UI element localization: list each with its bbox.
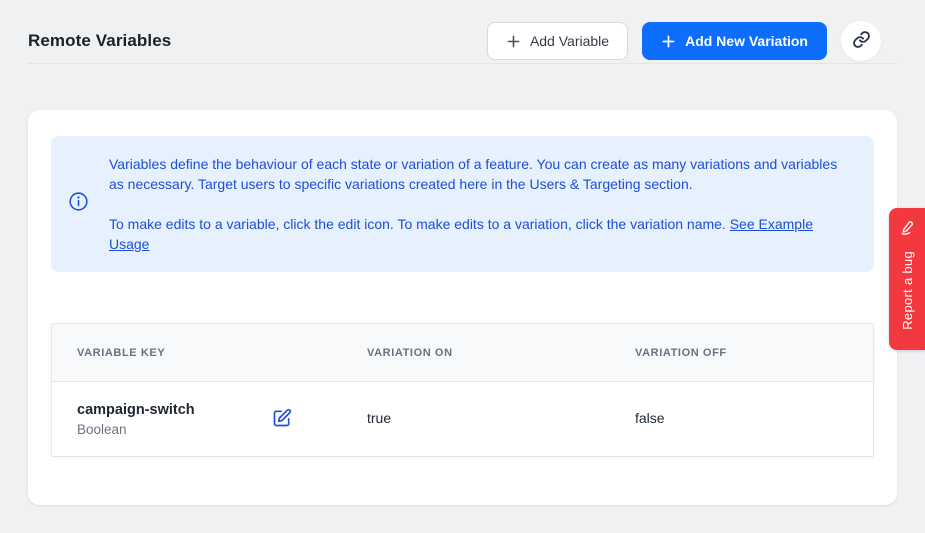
- pencil-icon: [898, 219, 916, 242]
- info-paragraph-2: To make edits to a variable, click the e…: [109, 214, 849, 254]
- page-header: Remote Variables Add Variable Add New Va…: [28, 0, 897, 60]
- plus-icon: [506, 34, 521, 49]
- link-icon: [852, 30, 871, 52]
- info-paragraph-2-text: To make edits to a variable, click the e…: [109, 216, 730, 232]
- page-container: Remote Variables Add Variable Add New Va…: [0, 0, 925, 505]
- add-variable-label: Add Variable: [530, 33, 609, 49]
- variable-key-cell: campaign-switch Boolean: [77, 402, 342, 437]
- edit-icon: [272, 408, 292, 431]
- info-banner: Variables define the behaviour of each s…: [51, 136, 874, 272]
- variable-key-stack: campaign-switch Boolean: [77, 402, 195, 437]
- edit-variable-button[interactable]: [270, 406, 294, 433]
- add-new-variation-label: Add New Variation: [685, 33, 808, 49]
- column-header-variable-key: Variable Key: [52, 347, 342, 359]
- variables-table: Variable Key Variation On Variation Off …: [51, 323, 874, 457]
- info-paragraph-1: Variables define the behaviour of each s…: [109, 154, 849, 194]
- table-header-row: Variable Key Variation On Variation Off: [52, 324, 873, 382]
- copy-link-button[interactable]: [841, 21, 881, 61]
- plus-icon: [661, 34, 676, 49]
- column-header-variation-on: Variation On: [342, 347, 610, 359]
- variable-type: Boolean: [77, 422, 195, 437]
- column-header-variation-off: Variation Off: [610, 347, 873, 359]
- variation-on-value: true: [367, 410, 391, 426]
- header-actions: Add Variable Add New Variation: [487, 21, 897, 61]
- report-a-bug-label: Report a bug: [900, 251, 915, 330]
- info-text: Variables define the behaviour of each s…: [109, 154, 849, 254]
- variable-key: campaign-switch: [77, 402, 195, 418]
- variation-off-value: false: [635, 410, 665, 426]
- table-row: campaign-switch Boolean: [52, 382, 873, 456]
- info-icon: [68, 191, 89, 217]
- header-divider: [28, 63, 897, 64]
- page-title: Remote Variables: [28, 31, 487, 51]
- report-a-bug-tab[interactable]: Report a bug: [889, 208, 925, 350]
- variables-card: Variables define the behaviour of each s…: [28, 110, 897, 505]
- add-new-variation-button[interactable]: Add New Variation: [642, 22, 827, 60]
- add-variable-button[interactable]: Add Variable: [487, 22, 628, 60]
